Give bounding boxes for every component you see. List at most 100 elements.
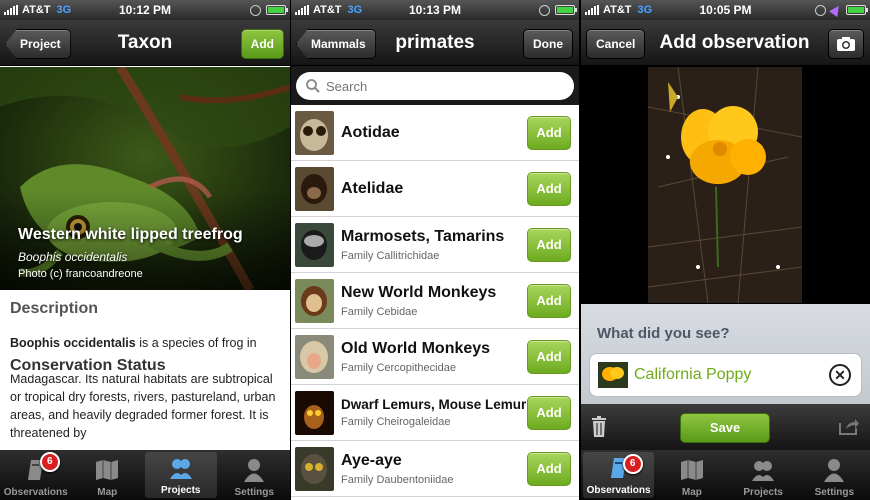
description-text: Boophis occidentalis is a species of fro…	[10, 334, 280, 352]
cercopithecidae-thumbnail	[295, 334, 334, 379]
scientific-name: Boophis occidentalis	[18, 250, 128, 264]
list-item[interactable]: New World Monkeys Family Cebidae Add	[291, 273, 579, 329]
status-bar: AT&T 3G 10:05 PM	[581, 0, 870, 20]
add-button[interactable]: Add	[527, 284, 571, 318]
description-continued: Madagascar. Its natural habitats are sub…	[10, 372, 276, 440]
projects-icon	[169, 459, 192, 479]
signal-icon	[4, 5, 18, 15]
search-icon	[306, 79, 320, 93]
share-icon[interactable]	[838, 416, 860, 436]
back-button[interactable]: Project	[5, 29, 71, 59]
conservation-heading: Conservation Status	[10, 357, 166, 375]
tab-label: Settings	[234, 487, 274, 498]
poppy-image	[648, 67, 802, 303]
tab-label: Projects	[161, 485, 201, 496]
question-label: What did you see?	[597, 325, 730, 342]
nav-bar: Mammals primates Done	[291, 20, 579, 66]
observations-badge: 6	[39, 452, 60, 472]
tab-label: Map	[681, 487, 702, 498]
add-button[interactable]: Add	[527, 452, 571, 486]
rotation-lock-icon	[250, 4, 261, 16]
camera-icon	[837, 37, 855, 51]
tab-map[interactable]: Map	[656, 450, 727, 500]
cebidae-thumbnail	[295, 278, 334, 323]
rotation-lock-icon	[539, 4, 550, 16]
tab-label: Observations	[3, 487, 68, 498]
cheirogaleidae-thumbnail	[295, 390, 334, 435]
network-label: 3G	[637, 4, 653, 16]
network-label: 3G	[347, 4, 363, 16]
trash-icon[interactable]	[591, 416, 607, 438]
add-button[interactable]: Add	[527, 228, 571, 262]
clear-icon[interactable]: ✕	[829, 364, 851, 386]
tab-bar: 6 Observations Map Projects Settings	[0, 450, 290, 500]
species-field[interactable]: California Poppy ✕	[589, 353, 862, 397]
taxon-screen: AT&T 3G 10:12 PM Project Taxon Add Weste…	[0, 0, 290, 500]
observation-form: What did you see? California Poppy ✕	[581, 304, 870, 404]
add-button[interactable]: Add	[527, 172, 571, 206]
tab-label: Map	[97, 487, 118, 498]
taxon-photo: Western white lipped treefrog Boophis oc…	[0, 67, 290, 290]
back-button[interactable]: Mammals	[296, 29, 376, 59]
tab-projects[interactable]: Projects	[728, 450, 799, 500]
marmoset-thumbnail	[295, 222, 334, 267]
carrier-label: AT&T	[603, 4, 632, 16]
atelidae-thumbnail	[295, 166, 334, 211]
list-item[interactable]: Aotidae Add	[291, 105, 579, 161]
tab-observations[interactable]: 6 Observations	[0, 450, 72, 500]
rotation-lock-icon	[815, 4, 826, 16]
status-bar: AT&T 3G 10:13 PM	[291, 0, 579, 20]
photo-credit[interactable]: Photo (c) francoandreone	[18, 268, 243, 280]
list-item[interactable]: Marmosets, Tamarins Family Callitrichidae…	[291, 217, 579, 273]
tab-map[interactable]: Map	[72, 450, 144, 500]
list-item[interactable]: Old World Monkeys Family Cercopithecidae …	[291, 329, 579, 385]
camera-button[interactable]	[828, 29, 864, 59]
add-button[interactable]: Add	[527, 340, 571, 374]
network-label: 3G	[56, 4, 72, 16]
save-button[interactable]: Save	[680, 413, 770, 443]
status-bar: AT&T 3G 10:12 PM	[0, 0, 290, 20]
tab-settings[interactable]: Settings	[219, 450, 291, 500]
battery-icon	[266, 5, 288, 15]
add-button[interactable]: Add	[527, 116, 571, 150]
add-observation-screen: AT&T 3G 10:05 PM Cancel Add observation	[581, 0, 870, 500]
done-button[interactable]: Done	[523, 29, 573, 59]
description-heading: Description	[10, 300, 99, 317]
location-icon	[829, 3, 843, 17]
observations-badge: 6	[622, 454, 643, 474]
observation-photo[interactable]	[648, 67, 802, 303]
description-section: Description Boophis occidentalis is a sp…	[0, 290, 290, 450]
map-icon	[96, 460, 119, 480]
settings-icon	[824, 459, 845, 482]
search-input[interactable]	[326, 78, 526, 94]
battery-icon	[555, 5, 577, 15]
list-item[interactable]: Dwarf Lemurs, Mouse Lemur Family Cheiroga…	[291, 385, 579, 441]
action-toolbar: Save	[581, 404, 870, 450]
aotidae-thumbnail	[295, 110, 334, 155]
list-item[interactable]: Atelidae Add	[291, 161, 579, 217]
tab-observations[interactable]: 6 Observations	[583, 452, 655, 498]
taxon-caption: Western white lipped treefrog Boophis oc…	[18, 226, 243, 280]
nav-bar: Cancel Add observation	[581, 20, 870, 66]
map-icon	[680, 460, 703, 480]
tab-projects[interactable]: Projects	[145, 452, 217, 498]
battery-icon	[846, 5, 868, 15]
signal-icon	[585, 5, 599, 15]
nav-bar: Project Taxon Add	[0, 20, 290, 66]
settings-icon	[244, 459, 265, 482]
add-button[interactable]: Add	[527, 396, 571, 430]
tab-settings[interactable]: Settings	[799, 450, 870, 500]
carrier-label: AT&T	[313, 4, 342, 16]
primates-screen: AT&T 3G 10:13 PM Mammals primates Done A…	[291, 0, 579, 500]
search-field[interactable]	[296, 72, 574, 100]
add-button[interactable]: Add	[240, 29, 284, 59]
species-name: California Poppy	[634, 366, 752, 383]
carrier-label: AT&T	[22, 4, 51, 16]
tab-label: Settings	[814, 487, 855, 498]
poppy-thumbnail-icon	[598, 362, 628, 388]
list-item[interactable]: Aye-aye Family Daubentoniidae Add	[291, 441, 579, 497]
search-bar	[291, 67, 579, 105]
projects-icon	[752, 461, 775, 481]
cancel-button[interactable]: Cancel	[586, 29, 646, 59]
signal-icon	[295, 5, 309, 15]
